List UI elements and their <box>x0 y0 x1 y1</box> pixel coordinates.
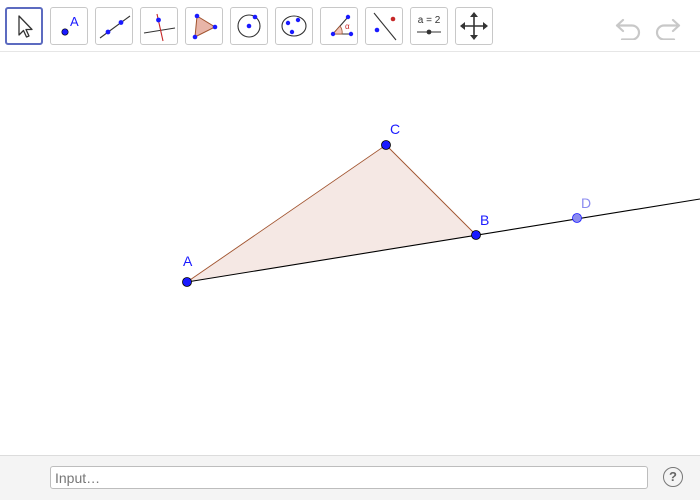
point-a[interactable] <box>182 277 192 287</box>
point-c[interactable] <box>381 140 391 150</box>
slider-tool[interactable]: a = 2 <box>410 7 448 45</box>
angle-tool[interactable]: α <box>320 7 358 45</box>
angle-tool-glyph: α <box>345 22 350 31</box>
help-icon[interactable]: ? <box>663 467 683 487</box>
graphics-view[interactable]: A B C D <box>0 52 700 455</box>
point-tool[interactable]: A <box>50 7 88 45</box>
point-icon: A <box>61 14 79 36</box>
polygon-tool[interactable] <box>185 7 223 45</box>
point-c-label: C <box>390 121 400 137</box>
arrow-pointer-icon <box>18 15 33 38</box>
line-through-points-icon <box>99 15 131 39</box>
conic-tool[interactable] <box>275 7 313 45</box>
point-d-label: D <box>581 195 591 211</box>
move-arrows-icon <box>460 12 488 40</box>
input-field[interactable] <box>50 466 648 489</box>
point-a-label: A <box>183 253 193 269</box>
move-graphics-view-tool[interactable] <box>455 7 493 45</box>
reflect-about-line-icon <box>373 12 397 41</box>
point-tool-glyph: A <box>70 14 79 29</box>
perpendicular-line-tool[interactable] <box>140 7 178 45</box>
move-tool[interactable] <box>5 7 43 45</box>
circle-tool[interactable] <box>230 7 268 45</box>
angle-icon: α <box>330 14 354 37</box>
point-b[interactable] <box>471 230 481 240</box>
point-b-label: B <box>480 212 489 228</box>
toolbar: A α a = 2 <box>0 0 700 52</box>
conic-through-points-icon <box>281 15 307 37</box>
redo-icon[interactable] <box>652 14 682 40</box>
triangle-abc-fill[interactable] <box>187 145 476 282</box>
point-d[interactable] <box>572 213 582 223</box>
slider-tool-glyph: a = 2 <box>418 15 441 26</box>
circle-center-point-icon <box>237 14 261 38</box>
slider-icon: a = 2 <box>417 15 441 35</box>
perpendicular-line-icon <box>143 13 176 42</box>
polygon-icon <box>192 13 218 40</box>
undo-icon[interactable] <box>614 14 644 40</box>
input-bar: ? <box>0 455 700 500</box>
reflect-tool[interactable] <box>365 7 403 45</box>
line-tool[interactable] <box>95 7 133 45</box>
